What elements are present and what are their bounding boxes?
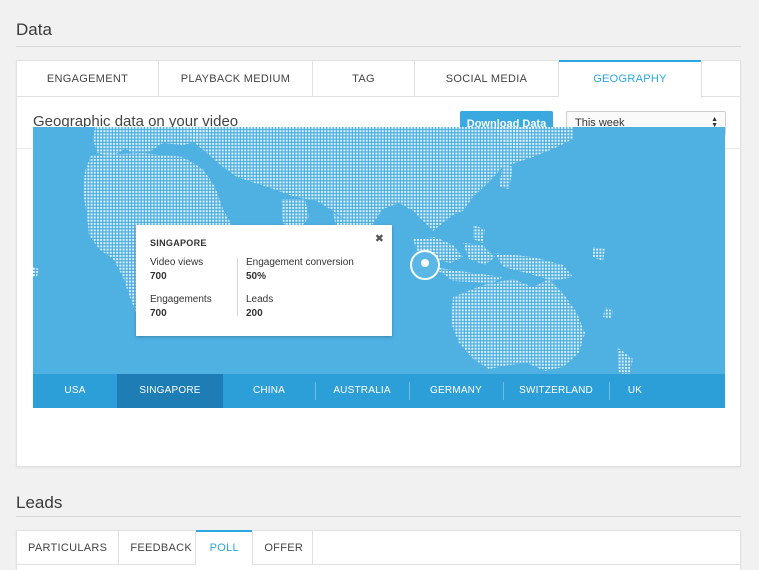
country-switzerland[interactable]: SWITZERLAND [503,374,609,408]
leads-section-divider [16,516,741,517]
data-section-divider [16,46,741,47]
data-section-title: Data [16,20,52,39]
tab-social-media[interactable]: SOCIAL MEDIA [415,61,559,97]
tab-offer[interactable]: OFFER [253,531,314,565]
stat-value: 50% [246,271,267,282]
singapore-location-marker[interactable] [410,250,440,280]
stat-value: 200 [246,308,263,319]
country-detail-popup: SINGAPORE ✖ Video views 700 Engagement c… [136,225,392,336]
popup-divider [237,258,238,316]
tab-playback-medium[interactable]: PLAYBACK MEDIUM [159,61,313,97]
stat-leads: Leads 200 [246,294,273,319]
country-uk[interactable]: UK [609,374,661,408]
tab-tag[interactable]: TAG [313,61,415,97]
data-tabs: ENGAGEMENT PLAYBACK MEDIUM TAG SOCIAL ME… [17,60,740,98]
data-card: ENGAGEMENT PLAYBACK MEDIUM TAG SOCIAL ME… [16,60,741,467]
country-germany[interactable]: GERMANY [409,374,503,408]
popup-country-name: SINGAPORE [150,238,207,248]
country-usa[interactable]: USA [33,374,117,408]
country-selector-bar: USA SINGAPORE CHINA AUSTRALIA GERMANY SW… [33,374,725,408]
stat-label: Engagement conversion [246,257,354,268]
leads-tabs: PARTICULARS FEEDBACK POLL OFFER [17,530,740,565]
stat-engagement-conversion: Engagement conversion 50% [246,257,354,282]
country-china[interactable]: CHINA [223,374,315,408]
stat-value: 700 [150,308,167,319]
stat-label: Leads [246,294,274,305]
tab-poll[interactable]: POLL [196,530,254,565]
stat-video-views: Video views 700 [150,257,203,282]
world-map[interactable]: SINGAPORE ✖ Video views 700 Engagement c… [33,127,725,408]
close-icon[interactable]: ✖ [375,232,384,245]
tab-geography[interactable]: GEOGRAPHY [559,60,702,98]
tab-feedback[interactable]: FEEDBACK [119,531,197,565]
stat-label: Video views [150,257,204,268]
tab-engagement[interactable]: ENGAGEMENT [17,61,159,97]
leads-card: PARTICULARS FEEDBACK POLL OFFER [16,530,741,570]
stat-engagements: Engagements 700 [150,294,212,319]
country-singapore[interactable]: SINGAPORE [117,374,223,408]
stat-label: Engagements [150,294,212,305]
country-australia[interactable]: AUSTRALIA [315,374,409,408]
stat-value: 700 [150,271,167,282]
leads-section-title: Leads [16,493,63,512]
tab-particulars[interactable]: PARTICULARS [17,531,120,565]
